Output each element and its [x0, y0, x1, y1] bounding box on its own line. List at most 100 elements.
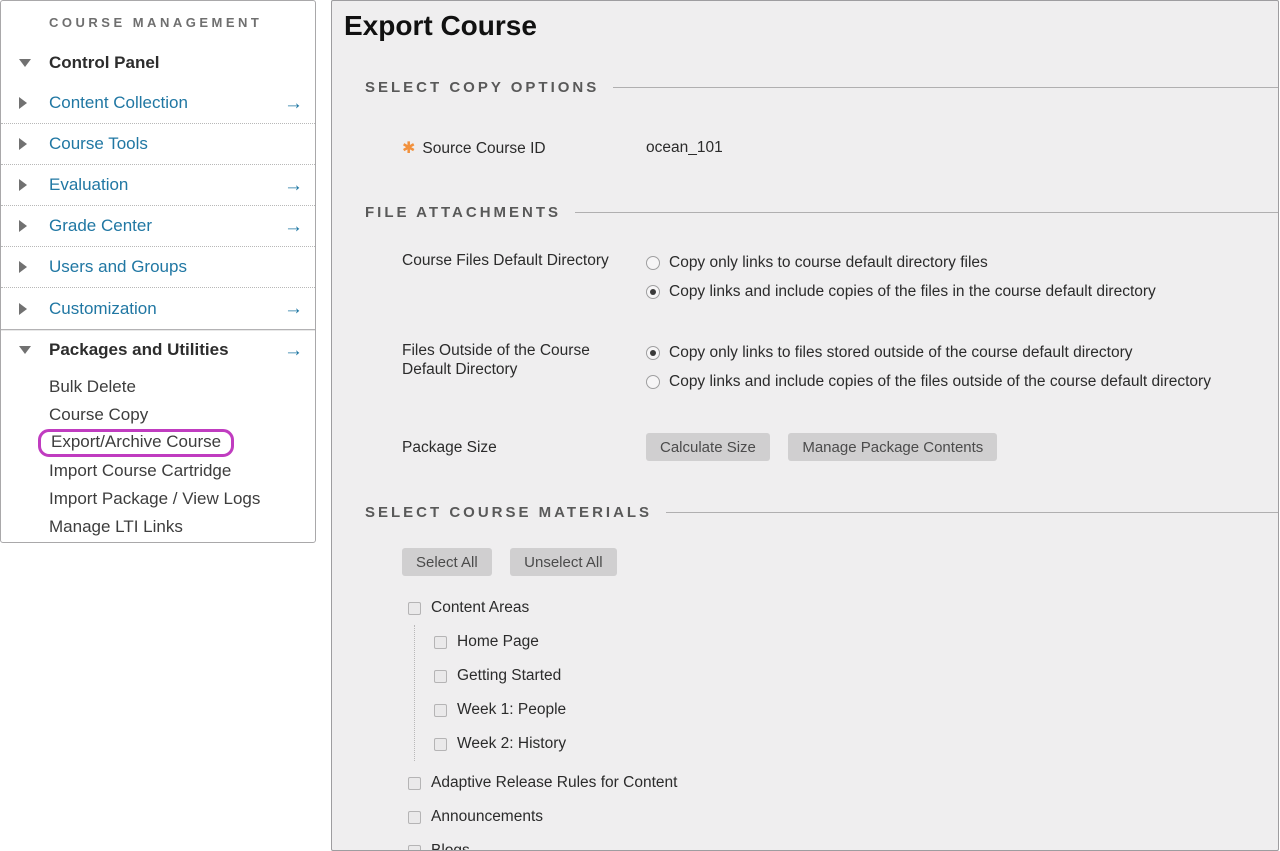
- import-course-cartridge-link[interactable]: Import Course Cartridge: [49, 461, 231, 481]
- sidebar-title: COURSE MANAGEMENT: [1, 1, 315, 30]
- checkbox-row-home-page[interactable]: Home Page: [434, 625, 1278, 659]
- radio-copy-links-and-copies-outside[interactable]: Copy links and include copies of the fil…: [646, 373, 1211, 391]
- required-icon: ✱: [402, 140, 415, 157]
- checkbox-icon[interactable]: [408, 777, 421, 790]
- chevron-right-icon[interactable]: [19, 261, 49, 273]
- checkbox-row-announcements[interactable]: Announcements: [408, 800, 1278, 834]
- list-item: Import Package / View Logs: [49, 485, 315, 513]
- section-rule: [613, 87, 1278, 88]
- import-package-view-logs-link[interactable]: Import Package / View Logs: [49, 489, 260, 509]
- control-panel-label: Control Panel: [49, 53, 160, 73]
- list-item: Import Course Cartridge: [49, 457, 315, 485]
- radio-selected-icon[interactable]: [646, 346, 660, 360]
- chevron-right-icon[interactable]: [19, 138, 49, 150]
- sidebar-item-control-panel[interactable]: Control Panel: [1, 43, 315, 83]
- source-course-id-row: ✱Source Course ID ocean_101: [402, 139, 1278, 158]
- files-outside-directory-row: Files Outside of the Course Default Dire…: [402, 341, 1278, 391]
- source-course-id-value: ocean_101: [646, 139, 723, 157]
- course-copy-link[interactable]: Course Copy: [49, 405, 148, 425]
- section-heading-label: FILE ATTACHMENTS: [365, 204, 561, 221]
- list-item: Bulk Delete: [49, 373, 315, 401]
- course-files-default-directory-row: Course Files Default Directory Copy only…: [402, 251, 1278, 301]
- radio-copy-only-links-outside[interactable]: Copy only links to files stored outside …: [646, 344, 1211, 362]
- section-heading-file-attachments: FILE ATTACHMENTS: [365, 204, 1278, 221]
- radio-copy-links-and-copies-default[interactable]: Copy links and include copies of the fil…: [646, 283, 1156, 301]
- chevron-down-icon[interactable]: [19, 346, 49, 354]
- radio-icon[interactable]: [646, 375, 660, 389]
- checkbox-row-content-areas[interactable]: Content Areas: [408, 591, 1278, 625]
- content-collection-link[interactable]: Content Collection: [49, 93, 188, 113]
- radio-icon[interactable]: [646, 256, 660, 270]
- checkbox-icon[interactable]: [408, 811, 421, 824]
- checkbox-row-getting-started[interactable]: Getting Started: [434, 659, 1278, 693]
- users-and-groups-link[interactable]: Users and Groups: [49, 257, 187, 277]
- source-course-id-label: ✱Source Course ID: [402, 139, 646, 158]
- package-size-row: Package Size Calculate Size Manage Packa…: [402, 433, 1278, 461]
- list-item: Export/Archive Course: [49, 429, 315, 457]
- sidebar-item-customization[interactable]: Customization →: [1, 288, 315, 329]
- package-size-buttons: Calculate Size Manage Package Contents: [646, 433, 997, 461]
- checkbox-icon[interactable]: [434, 704, 447, 717]
- arrow-right-icon[interactable]: →: [284, 94, 315, 113]
- course-tools-link[interactable]: Course Tools: [49, 134, 148, 154]
- chevron-down-icon[interactable]: [19, 59, 49, 67]
- course-materials-list: Content Areas Home Page Getting Started …: [408, 591, 1278, 851]
- checkbox-icon[interactable]: [408, 602, 421, 615]
- select-all-row: Select All Unselect All: [402, 548, 1278, 576]
- bulk-delete-link[interactable]: Bulk Delete: [49, 377, 136, 397]
- checkbox-row-week-1-people[interactable]: Week 1: People: [434, 693, 1278, 727]
- files-outside-directory-label: Files Outside of the Course Default Dire…: [402, 341, 646, 379]
- sidebar-item-evaluation[interactable]: Evaluation →: [1, 165, 315, 206]
- checkbox-icon[interactable]: [408, 845, 421, 851]
- radio-copy-only-links-default[interactable]: Copy only links to course default direct…: [646, 254, 1156, 272]
- calculate-size-button[interactable]: Calculate Size: [646, 433, 770, 461]
- evaluation-link[interactable]: Evaluation: [49, 175, 128, 195]
- export-archive-course-link[interactable]: Export/Archive Course: [51, 432, 221, 451]
- sidebar-item-course-tools[interactable]: Course Tools: [1, 124, 315, 165]
- chevron-right-icon[interactable]: [19, 220, 49, 232]
- content-areas-children: Home Page Getting Started Week 1: People…: [414, 625, 1278, 761]
- arrow-right-icon[interactable]: →: [284, 217, 315, 236]
- manage-lti-links-link[interactable]: Manage LTI Links: [49, 517, 183, 537]
- sidebar-item-packages-and-utilities[interactable]: Packages and Utilities →: [1, 330, 315, 370]
- section-heading-label: SELECT COURSE MATERIALS: [365, 504, 652, 521]
- checkbox-icon[interactable]: [434, 670, 447, 683]
- checkbox-icon[interactable]: [434, 738, 447, 751]
- radio-group-outside-directory: Copy only links to files stored outside …: [646, 341, 1211, 391]
- checkbox-row-blogs[interactable]: Blogs: [408, 834, 1278, 851]
- package-size-label: Package Size: [402, 438, 646, 457]
- section-rule: [575, 212, 1278, 213]
- select-all-button[interactable]: Select All: [402, 548, 492, 576]
- page-title: Export Course: [344, 9, 1278, 43]
- list-item: Course Copy: [49, 401, 315, 429]
- export-course-panel: Export Course SELECT COPY OPTIONS ✱Sourc…: [331, 0, 1279, 851]
- packages-submenu: Bulk Delete Course Copy Export/Archive C…: [1, 370, 315, 551]
- sidebar-item-users-and-groups[interactable]: Users and Groups: [1, 247, 315, 288]
- sidebar-item-grade-center[interactable]: Grade Center →: [1, 206, 315, 247]
- list-item: Manage LTI Links: [49, 513, 315, 541]
- radio-selected-icon[interactable]: [646, 285, 660, 299]
- grade-center-link[interactable]: Grade Center: [49, 216, 152, 236]
- sidebar-item-content-collection[interactable]: Content Collection →: [1, 83, 315, 124]
- arrow-right-icon[interactable]: →: [284, 299, 315, 318]
- unselect-all-button[interactable]: Unselect All: [510, 548, 616, 576]
- manage-package-contents-button[interactable]: Manage Package Contents: [788, 433, 997, 461]
- packages-and-utilities-label: Packages and Utilities: [49, 340, 229, 360]
- checkbox-row-adaptive-release[interactable]: Adaptive Release Rules for Content: [408, 766, 1278, 800]
- chevron-right-icon[interactable]: [19, 303, 49, 315]
- section-rule: [666, 512, 1278, 513]
- course-management-panel: COURSE MANAGEMENT Control Panel Content …: [0, 0, 316, 543]
- radio-group-default-directory: Copy only links to course default direct…: [646, 251, 1156, 301]
- arrow-right-icon[interactable]: →: [284, 176, 315, 195]
- section-heading-label: SELECT COPY OPTIONS: [365, 79, 599, 96]
- section-heading-copy-options: SELECT COPY OPTIONS: [365, 79, 1278, 96]
- section-heading-course-materials: SELECT COURSE MATERIALS: [365, 504, 1278, 521]
- customization-link[interactable]: Customization: [49, 299, 157, 319]
- highlight-ring: Export/Archive Course: [38, 429, 234, 457]
- chevron-right-icon[interactable]: [19, 97, 49, 109]
- course-files-default-directory-label: Course Files Default Directory: [402, 251, 646, 270]
- chevron-right-icon[interactable]: [19, 179, 49, 191]
- arrow-right-icon[interactable]: →: [284, 341, 315, 360]
- checkbox-icon[interactable]: [434, 636, 447, 649]
- checkbox-row-week-2-history[interactable]: Week 2: History: [434, 727, 1278, 761]
